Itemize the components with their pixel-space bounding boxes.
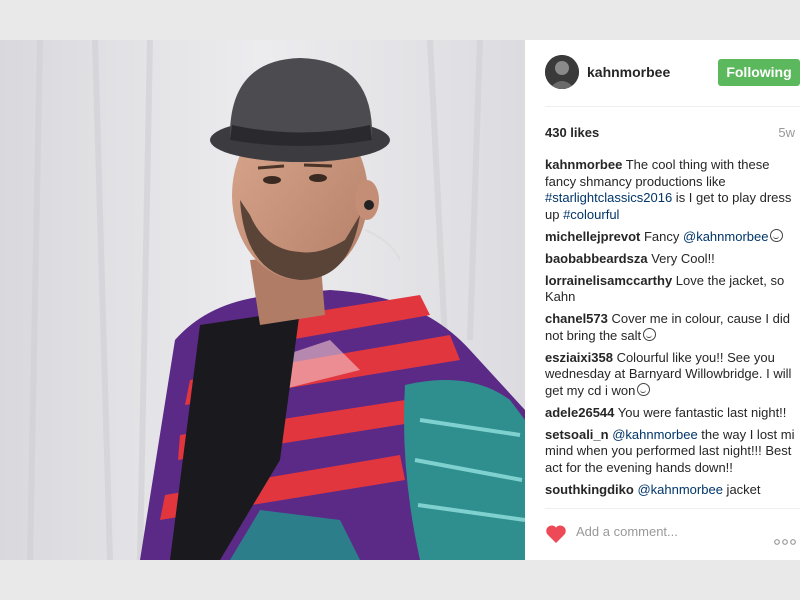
comment-username[interactable]: southkingdiko bbox=[545, 482, 634, 497]
add-comment-input[interactable] bbox=[576, 524, 756, 539]
comment-username[interactable]: esziaixi358 bbox=[545, 350, 613, 365]
comment-username[interactable]: setsoali_n bbox=[545, 427, 609, 442]
mention-link[interactable]: @kahnmorbee bbox=[683, 229, 768, 244]
author-username[interactable]: kahnmorbee bbox=[587, 64, 670, 80]
comment-text: Very Cool!! bbox=[647, 250, 715, 266]
comment-username[interactable]: baobabbeardsza bbox=[545, 251, 648, 266]
comment-item: adele26544 You were fantastic last night… bbox=[545, 405, 797, 422]
laugh-emoji-icon bbox=[643, 327, 657, 341]
heart-icon[interactable] bbox=[545, 524, 567, 544]
comment-item: michellejprevot Fancy @kahnmorbee bbox=[545, 228, 797, 246]
post-sidebar: kahnmorbee Following 430 likes 5w kahnmo… bbox=[525, 40, 800, 560]
comment-text: Fancy bbox=[640, 228, 683, 244]
mention-link[interactable]: @kahnmorbee bbox=[612, 427, 697, 442]
comments-list[interactable]: kahnmorbee The cool thing with these fan… bbox=[545, 157, 797, 505]
comment-text: jacket bbox=[722, 481, 761, 497]
hashtag-link[interactable]: #starlightclassics2016 bbox=[545, 190, 672, 205]
caption: kahnmorbee The cool thing with these fan… bbox=[545, 157, 797, 223]
comment-username[interactable]: lorrainelisamccarthy bbox=[545, 273, 672, 288]
post-photo[interactable] bbox=[0, 40, 525, 560]
following-button[interactable]: Following bbox=[718, 59, 800, 86]
add-comment-row bbox=[545, 516, 800, 550]
more-options-icon[interactable] bbox=[774, 532, 796, 545]
smile-emoji-icon bbox=[637, 382, 651, 396]
comment-username[interactable]: adele26544 bbox=[545, 405, 614, 420]
comment-item: lorrainelisamccarthy Love the jacket, so… bbox=[545, 273, 797, 306]
post-header: kahnmorbee Following bbox=[545, 55, 800, 107]
comment-username[interactable]: kahnmorbee bbox=[545, 157, 622, 172]
comment-item: baobabbeardsza Very Cool!! bbox=[545, 251, 797, 268]
instagram-post: kahnmorbee Following 430 likes 5w kahnmo… bbox=[0, 40, 800, 560]
smile-emoji-icon bbox=[770, 228, 784, 242]
comment-username[interactable]: michellejprevot bbox=[545, 229, 640, 244]
divider bbox=[545, 106, 800, 107]
comment-item: southkingdiko @kahnmorbee jacket bbox=[545, 482, 797, 499]
comment-username[interactable]: chanel573 bbox=[545, 311, 608, 326]
like-count[interactable]: 430 likes bbox=[545, 125, 599, 140]
comment-item: esziaixi358 Colourful like you!! See you… bbox=[545, 350, 797, 400]
hashtag-link[interactable]: #colourful bbox=[563, 207, 619, 222]
comment-item: chanel573 Cover me in colour, cause I di… bbox=[545, 311, 797, 344]
likes-row: 430 likes 5w bbox=[545, 125, 795, 140]
avatar[interactable] bbox=[545, 55, 579, 89]
comment-item: setsoali_n @kahnmorbee the way I lost mi… bbox=[545, 427, 797, 477]
mention-link[interactable]: @kahnmorbee bbox=[637, 482, 722, 497]
divider bbox=[545, 508, 800, 509]
comment-text: You were fantastic last night!! bbox=[614, 404, 787, 420]
post-age[interactable]: 5w bbox=[778, 125, 795, 140]
